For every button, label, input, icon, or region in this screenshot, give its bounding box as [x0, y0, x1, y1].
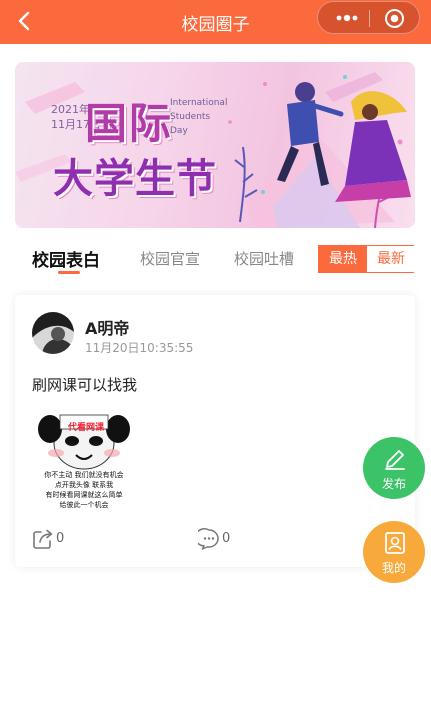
comment-action[interactable]: 0 [198, 528, 248, 552]
post-content: 刷网课可以找我 [32, 376, 138, 394]
post-card[interactable]: A明帝 11月20日10:35:55 刷网课可以找我 代看网课 你不主动 我们就… [15, 295, 415, 567]
more-dots-icon[interactable] [334, 11, 360, 25]
banner-english-text: International Students Day [170, 98, 228, 136]
publish-label: 发布 [381, 477, 406, 491]
nav-bar: 校园圈子 [0, 0, 431, 44]
comment-count: 0 [222, 531, 231, 546]
post-image[interactable]: 代看网课 你不主动 我们就没有机会 点开我头像 联系我 有时候看网课就这么简单 … [32, 413, 136, 513]
tab-campus-confession[interactable]: 校园表白 [32, 246, 100, 271]
tab-campus-official[interactable]: 校园官宣 [140, 248, 200, 269]
publish-button[interactable]: 发布 [363, 437, 425, 499]
banner-title-line1: 国际 [85, 99, 174, 148]
meme-sign-text: 代看网课 [68, 423, 105, 433]
meme-caption-1: 你不主动 我们就没有机会 [44, 471, 124, 479]
sort-hot-button[interactable]: 最热 [319, 246, 367, 272]
avatar[interactable] [32, 312, 74, 354]
meme-caption-4: 给彼此一个机会 [59, 501, 109, 509]
tab-campus-complaints[interactable]: 校园吐槽 [234, 248, 294, 269]
meme-caption-3: 有时候看网课就这么简单 [45, 491, 123, 499]
sort-new-button[interactable]: 最新 [367, 246, 415, 272]
sort-toggle: 最热 最新 [318, 245, 415, 273]
mine-button[interactable]: 我的 [363, 521, 425, 583]
banner-title-line2: 大学生节 [53, 155, 217, 202]
active-tab-indicator [58, 271, 80, 274]
post-actions: 0 0 [15, 528, 415, 554]
profile-card-icon [385, 532, 405, 554]
close-target-icon[interactable] [384, 8, 405, 29]
share-icon [33, 529, 53, 549]
meme-caption-2: 点开我头像 联系我 [54, 481, 114, 489]
share-count: 0 [56, 531, 65, 546]
mine-label: 我的 [381, 561, 406, 575]
post-username[interactable]: A明帝 [85, 315, 129, 339]
banner-image[interactable]: 2021年 11月17日 国际 大学生节 International Stude… [15, 62, 415, 228]
mini-program-capsule [317, 1, 420, 34]
post-timestamp: 11月20日10:35:55 [85, 341, 194, 355]
comment-icon [198, 528, 219, 550]
edit-pen-icon [385, 450, 405, 470]
share-action[interactable]: 0 [32, 528, 82, 552]
capsule-divider [369, 10, 370, 27]
